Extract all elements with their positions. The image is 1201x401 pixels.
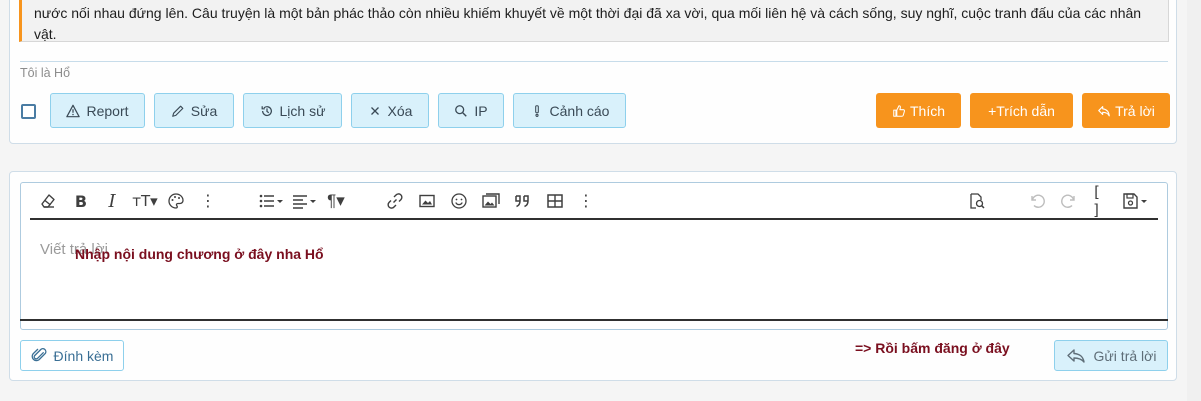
quote-button[interactable]: +Trích dẫn	[970, 93, 1073, 128]
source-icon[interactable]: [ ]	[1092, 183, 1110, 219]
palette-icon[interactable]	[166, 190, 186, 212]
quote-icon[interactable]	[512, 190, 532, 212]
signature-text: Tôi là Hổ	[20, 66, 71, 80]
annotation-send-hint: => Rồi bấm đăng ở đây	[855, 340, 1010, 356]
pencil-icon	[171, 105, 184, 117]
reply-label: Trả lời	[1115, 102, 1155, 119]
save-icon[interactable]	[1120, 190, 1150, 212]
post-body-quote: nước nối nhau đứng lên. Câu truyện là mộ…	[19, 0, 1169, 42]
post-body-text: nước nối nhau đứng lên. Câu truyện là mộ…	[34, 5, 1142, 42]
reply-icon	[1066, 348, 1085, 363]
edit-label: Sửa	[190, 102, 218, 119]
edit-button[interactable]: Sửa	[154, 93, 234, 128]
ip-button[interactable]: IP	[438, 93, 504, 128]
redo-icon[interactable]	[1059, 190, 1079, 212]
select-post-checkbox[interactable]	[21, 104, 36, 119]
delete-button[interactable]: Xóa	[351, 93, 429, 128]
attach-label: Đính kèm	[53, 347, 114, 364]
paragraph-icon[interactable]: ¶▾	[322, 190, 350, 212]
text-size-icon[interactable]: тT▾	[128, 190, 162, 212]
link-icon[interactable]	[385, 190, 405, 212]
warning-icon	[66, 104, 81, 117]
close-icon	[370, 106, 379, 115]
paperclip-icon	[31, 348, 46, 362]
toolbar-divider	[30, 218, 1158, 220]
warn-button[interactable]: Cảnh cáo	[513, 93, 626, 128]
history-button[interactable]: Lịch sử	[243, 93, 342, 128]
signature-divider	[20, 61, 1168, 62]
preview-icon[interactable]	[966, 190, 988, 212]
delete-label: Xóa	[387, 102, 413, 119]
send-reply-button[interactable]: Gửi trả lời	[1054, 340, 1168, 371]
scrollbar-track[interactable]	[1187, 0, 1201, 401]
send-label: Gửi trả lời	[1093, 347, 1157, 364]
list-icon[interactable]	[255, 190, 287, 212]
like-button[interactable]: Thích	[876, 93, 961, 128]
reply-icon	[1098, 105, 1110, 116]
exclamation-icon	[534, 104, 539, 117]
image-icon[interactable]	[417, 190, 437, 212]
warn-label: Cảnh cáo	[549, 102, 610, 119]
reply-button[interactable]: Trả lời	[1082, 93, 1170, 128]
quote-label: +Trích dẫn	[988, 102, 1055, 119]
italic-icon[interactable]: I	[104, 190, 120, 212]
more-icon[interactable]: ⋮	[200, 190, 216, 212]
eraser-icon[interactable]	[38, 190, 58, 212]
history-icon	[261, 105, 272, 116]
ip-label: IP	[474, 102, 488, 119]
report-button[interactable]: Report	[50, 93, 145, 128]
editor-bottom-divider	[20, 319, 1168, 321]
undo-icon[interactable]	[1027, 190, 1047, 212]
like-label: Thích	[909, 102, 945, 119]
search-icon	[455, 104, 468, 117]
attach-button[interactable]: Đính kèm	[20, 340, 124, 371]
annotation-content-hint: Nhập nội dung chương ở đây nha Hổ	[75, 246, 324, 262]
media-icon[interactable]	[480, 190, 502, 212]
thumbs-up-icon	[893, 104, 906, 117]
smiley-icon[interactable]	[449, 190, 469, 212]
align-icon[interactable]	[289, 190, 319, 212]
report-label: Report	[86, 102, 129, 119]
more-icon[interactable]: ⋮	[578, 190, 594, 212]
history-label: Lịch sử	[279, 102, 326, 119]
bold-icon[interactable]: B	[72, 190, 90, 212]
table-icon[interactable]	[545, 190, 565, 212]
